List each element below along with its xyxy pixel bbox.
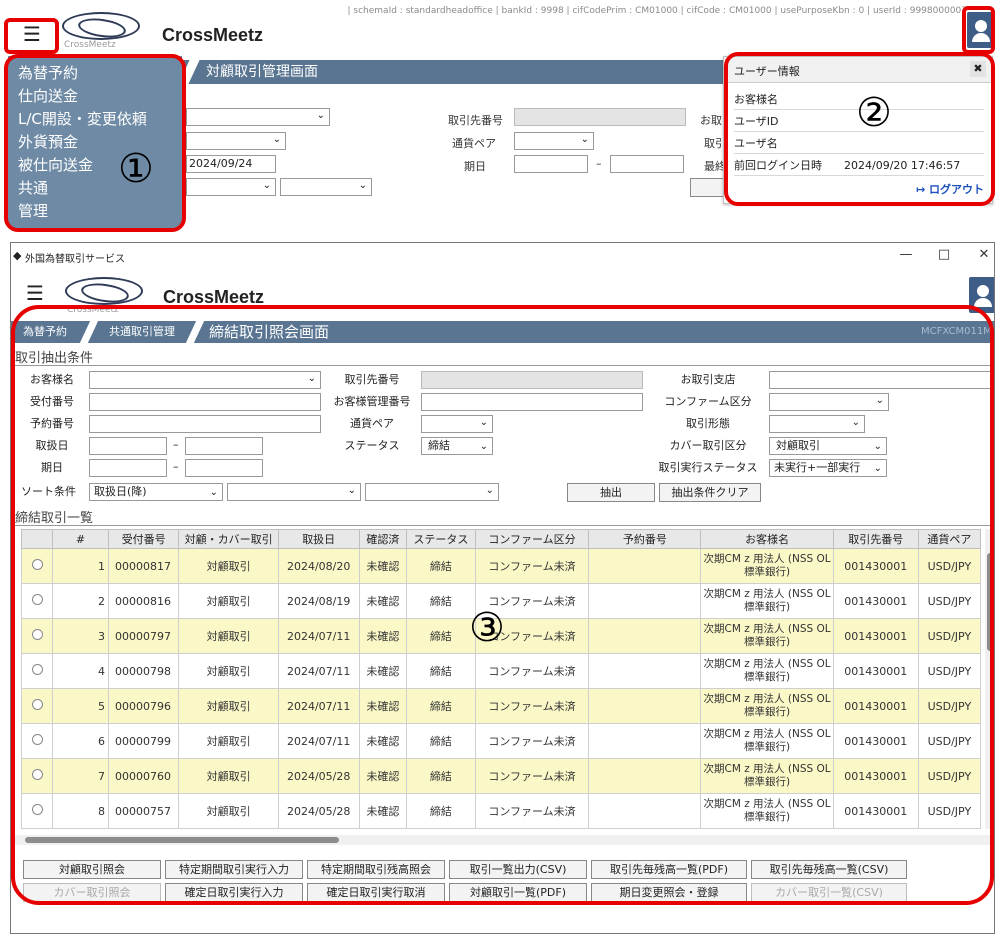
logo-subtext: CrossMeetz <box>64 40 116 50</box>
due-date-from[interactable] <box>514 155 588 173</box>
app-icon: ◆ <box>13 249 22 262</box>
currency-pair-select[interactable]: ⌄ <box>514 132 594 150</box>
select-2[interactable]: ⌄ <box>186 132 286 150</box>
due-date-to[interactable] <box>610 155 684 173</box>
annotation-label-3: ③ <box>469 605 505 651</box>
crossmeetz-logo-icon <box>62 12 140 40</box>
sort-select-1[interactable]: ⌄ <box>186 178 276 196</box>
label-due-date: 期日 <box>464 160 486 173</box>
maximize-icon[interactable]: □ <box>933 247 955 265</box>
crossmeetz-logo-icon <box>65 277 143 305</box>
sort-select-2[interactable]: ⌄ <box>280 178 372 196</box>
counterparty-no-input <box>514 108 686 126</box>
hamburger-menu-icon[interactable]: ☰ <box>15 279 55 307</box>
session-info: | schemaId : standardheadoffice | bankId… <box>347 6 967 16</box>
label-currency-pair: 通貨ペア <box>452 137 496 150</box>
minimize-icon[interactable]: — <box>895 247 917 265</box>
window-title: 外国為替取引サービス <box>25 254 125 265</box>
top-screenshot: ☰ CrossMeetz CrossMeetz | schemaId : sta… <box>0 0 995 232</box>
breadcrumb: 対顧取引管理画面 <box>170 60 730 84</box>
date-input[interactable]: 2024/09/24 <box>186 155 276 173</box>
annotation-box-user <box>962 6 995 54</box>
window-titlebar: ◆ 外国為替取引サービス — □ ✕ <box>11 243 994 271</box>
close-window-icon[interactable]: ✕ <box>973 247 994 265</box>
annotation-label-1: ① <box>118 146 154 192</box>
customer-select[interactable]: ⌄ <box>186 108 330 126</box>
brand-name: CrossMeetz <box>162 25 264 45</box>
app-header: ☰ CrossMeetz CrossMeetz | schemaId : sta… <box>0 0 995 56</box>
label-branch-trunc: お取 <box>700 114 722 127</box>
label-counterparty-no: 取引先番号 <box>448 114 503 127</box>
breadcrumb-page-title: 対顧取引管理画面 <box>206 64 318 80</box>
annotation-box-menu <box>4 54 186 232</box>
annotation-label-2: ② <box>856 90 892 136</box>
annotation-box-hamburger <box>4 18 59 54</box>
app-window: ◆ 外国為替取引サービス — □ ✕ ☰ CrossMeetz CrossMee… <box>10 242 995 934</box>
